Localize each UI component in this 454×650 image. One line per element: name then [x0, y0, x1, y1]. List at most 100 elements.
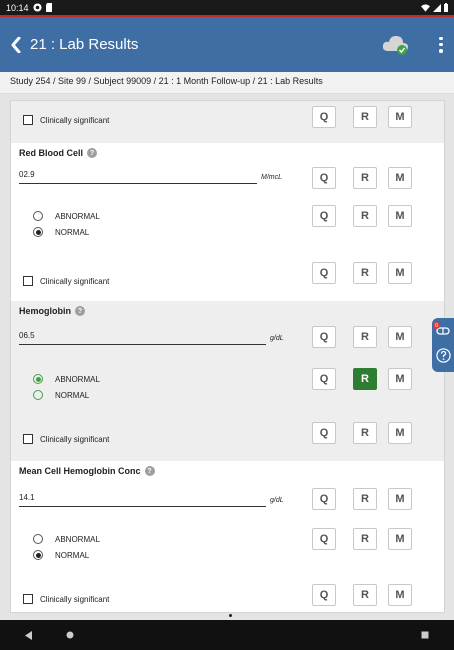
clinically-significant-checkbox[interactable]: Clinically significant: [23, 115, 109, 125]
memo-button[interactable]: M: [388, 205, 412, 227]
memo-button[interactable]: M: [388, 584, 412, 606]
value-input[interactable]: 14.1: [19, 490, 266, 507]
unit-label: g/dL: [270, 497, 284, 504]
sd-card-icon: [45, 3, 52, 12]
query-button[interactable]: Q: [312, 262, 336, 284]
result-radio-group: ABNORMAL NORMAL: [33, 208, 100, 240]
scroll-indicator: [229, 614, 232, 617]
help-icon[interactable]: ?: [144, 466, 155, 476]
memo-button[interactable]: M: [388, 368, 412, 390]
nav-back-icon[interactable]: [25, 630, 33, 640]
review-button[interactable]: R: [353, 584, 377, 606]
radio-label: ABNORMAL: [55, 534, 100, 544]
query-button[interactable]: Q: [312, 326, 336, 348]
wifi-icon: [421, 3, 430, 12]
mchc-section: Mean Cell Hemoglobin Conc ? 14.1 g/dL Q …: [11, 461, 444, 612]
memo-button[interactable]: M: [388, 106, 412, 128]
radio-dot: [33, 211, 43, 221]
checkbox-box: [23, 594, 33, 604]
help-icon[interactable]: ?: [87, 148, 98, 158]
system-nav-bar: [0, 620, 454, 650]
radio-dot: [33, 550, 43, 560]
more-vert-icon[interactable]: [436, 35, 446, 55]
unit-label: g/dL: [270, 335, 284, 342]
unit-label: M/mcL: [261, 174, 282, 181]
app-bar: 21 : Lab Results: [0, 17, 454, 72]
clinically-significant-checkbox[interactable]: Clinically significant: [23, 276, 109, 286]
result-radio-group: ABNORMAL NORMAL: [33, 531, 100, 563]
review-button[interactable]: R: [353, 528, 377, 550]
cloud-sync-icon: [382, 35, 408, 55]
nav-recents-icon[interactable]: [421, 631, 429, 639]
checkbox-label: Clinically significant: [40, 276, 110, 286]
memo-button[interactable]: M: [388, 528, 412, 550]
field-label-text: Red Blood Cell: [19, 148, 84, 158]
review-button[interactable]: R: [353, 167, 377, 189]
review-button-active[interactable]: R: [353, 368, 377, 390]
page-title: 21 : Lab Results: [30, 36, 139, 53]
query-button[interactable]: Q: [312, 368, 336, 390]
query-button[interactable]: Q: [312, 167, 336, 189]
signal-icon: [433, 3, 441, 12]
nav-home-icon[interactable]: [66, 631, 74, 639]
clinically-significant-checkbox[interactable]: Clinically significant: [23, 434, 109, 444]
radio-abnormal[interactable]: ABNORMAL: [33, 531, 100, 547]
memo-button[interactable]: M: [388, 488, 412, 510]
query-button[interactable]: Q: [312, 584, 336, 606]
radio-label: ABNORMAL: [55, 211, 100, 221]
checkbox-box: [23, 115, 33, 125]
query-button[interactable]: Q: [312, 205, 336, 227]
clinically-significant-checkbox[interactable]: Clinically significant: [23, 594, 109, 604]
previous-item-band: Clinically significant Q R M: [11, 101, 444, 143]
battery-icon: [444, 3, 448, 12]
status-time: 10:14: [6, 2, 29, 13]
radio-normal[interactable]: NORMAL: [33, 224, 100, 240]
breadcrumb: Study 254 / Site 99 / Subject 99009 / 21…: [0, 72, 454, 94]
review-button[interactable]: R: [353, 326, 377, 348]
review-button[interactable]: R: [353, 488, 377, 510]
checkbox-box: [23, 434, 33, 444]
field-label-text: Hemoglobin: [19, 306, 71, 316]
review-button[interactable]: R: [353, 422, 377, 444]
radio-label: NORMAL: [55, 227, 90, 237]
checkbox-label: Clinically significant: [40, 434, 110, 444]
form-content: Clinically significant Q R M Red Blood C…: [0, 94, 454, 620]
value-input[interactable]: 06.5: [19, 328, 266, 345]
query-button[interactable]: Q: [312, 488, 336, 510]
side-tools-tab[interactable]: 0: [432, 318, 454, 372]
memo-button[interactable]: M: [388, 422, 412, 444]
app-notification-icon: [32, 3, 42, 12]
checkbox-box: [23, 276, 33, 286]
lab-results-form: Clinically significant Q R M Red Blood C…: [10, 100, 445, 613]
back-button[interactable]: [8, 35, 24, 55]
radio-dot: [33, 534, 43, 544]
query-button[interactable]: Q: [312, 106, 336, 128]
field-label: Mean Cell Hemoglobin Conc ?: [19, 466, 155, 476]
review-button[interactable]: R: [353, 106, 377, 128]
notification-badge: 0: [433, 322, 440, 329]
radio-dot: [33, 227, 43, 237]
radio-abnormal[interactable]: ABNORMAL: [33, 371, 100, 387]
radio-normal[interactable]: NORMAL: [33, 387, 100, 403]
radio-dot: [33, 390, 43, 400]
help-icon[interactable]: ?: [75, 306, 85, 316]
radio-normal[interactable]: NORMAL: [33, 547, 100, 563]
field-label-text: Mean Cell Hemoglobin Conc: [19, 466, 141, 476]
help-circle-icon[interactable]: [435, 348, 451, 363]
memo-button[interactable]: M: [388, 326, 412, 348]
memo-button[interactable]: M: [388, 262, 412, 284]
cloud-sync-button[interactable]: [382, 34, 410, 56]
query-button[interactable]: Q: [312, 528, 336, 550]
radio-label: NORMAL: [55, 390, 90, 400]
query-button[interactable]: Q: [312, 422, 336, 444]
radio-label: ABNORMAL: [55, 374, 100, 384]
result-radio-group: ABNORMAL NORMAL: [33, 371, 100, 403]
checkbox-label: Clinically significant: [40, 594, 110, 604]
memo-button[interactable]: M: [388, 167, 412, 189]
review-button[interactable]: R: [353, 262, 377, 284]
review-button[interactable]: R: [353, 205, 377, 227]
radio-abnormal[interactable]: ABNORMAL: [33, 208, 100, 224]
hemoglobin-section: Hemoglobin ? 06.5 g/dL Q R M ABNORMAL NO…: [11, 301, 444, 461]
value-input[interactable]: 02.9: [19, 167, 257, 184]
red-blood-cell-section: Red Blood Cell ? 02.9 M/mcL Q R M ABNORM…: [11, 143, 444, 301]
